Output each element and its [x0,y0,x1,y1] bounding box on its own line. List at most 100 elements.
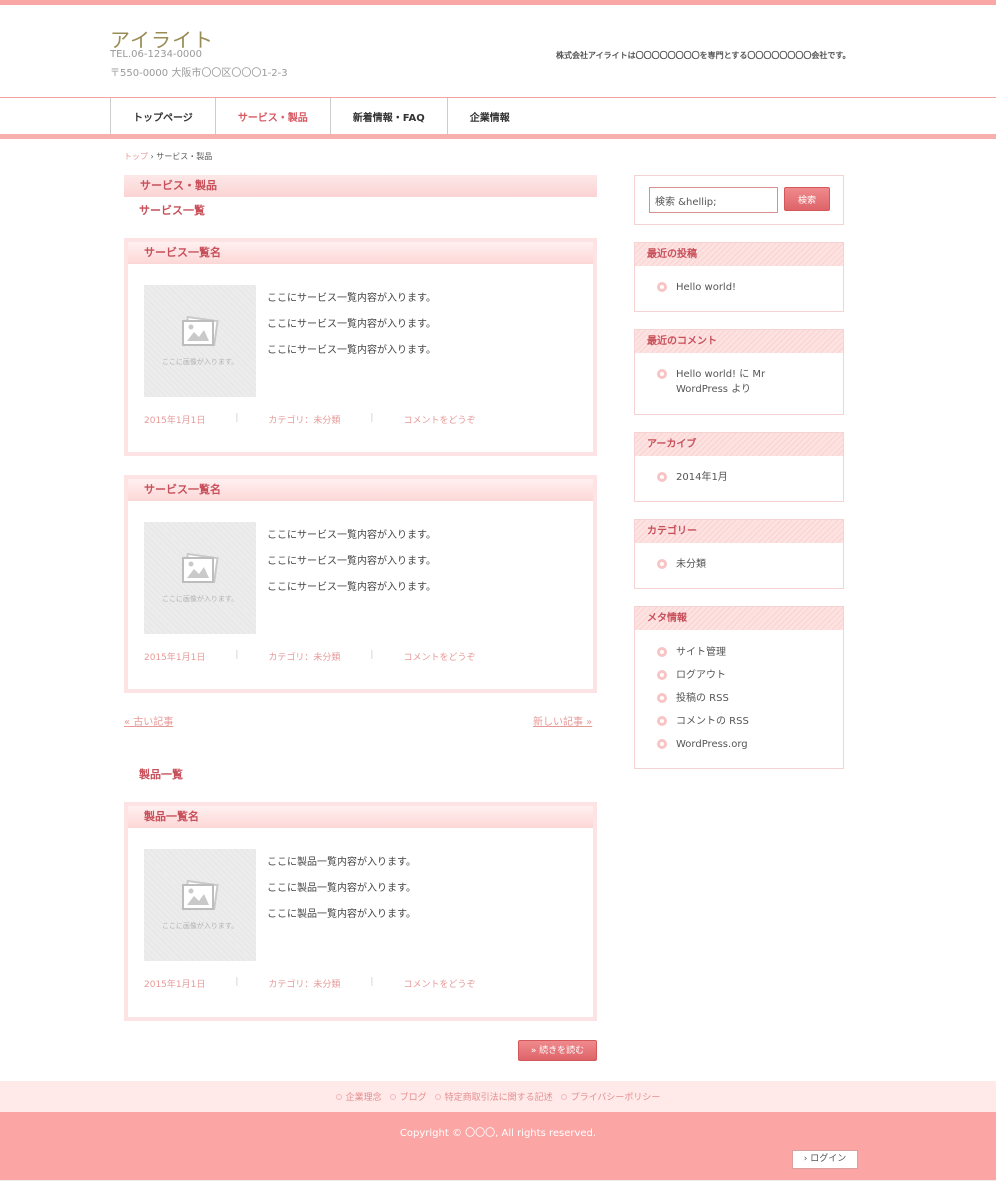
link-label: 2014年1月 [676,472,728,483]
top-accent-bar [0,0,996,5]
card-title[interactable]: 製品一覧名 [128,806,593,828]
card-line: ここにサービス一覧内容が入ります。 [267,582,436,593]
circle-icon [560,1093,567,1100]
nav-item-label: 企業情報 [469,112,510,124]
post-category-link[interactable]: カテゴリ：未分類 [268,413,340,426]
link-label: Hello world! [676,282,737,293]
comment-link[interactable]: コメントをどうぞ [403,650,475,663]
image-placeholder: ここに画像が入ります。 [144,522,256,634]
card-line: ここにサービス一覧内容が入ります。 [267,530,436,541]
nav-bottom-border [0,134,996,139]
post-category-link[interactable]: カテゴリ：未分類 [268,977,340,990]
nav-item-top[interactable]: トップページ [110,98,215,134]
meta-link-comments-rss[interactable]: コメントの RSS [657,714,843,729]
bullet-icon [657,693,667,703]
recent-post-link[interactable]: Hello world! [657,280,843,295]
global-nav: トップページ サービス・製品 新着情報・FAQ 企業情報 [110,98,532,134]
search-widget: 検索 [634,175,844,225]
nav-item-services[interactable]: サービス・製品 [214,98,330,134]
meta-divider: | [370,977,374,987]
copyright: Copyright © 〇〇〇, All rights reserved. [399,1128,597,1139]
meta-widget: メタ情報 サイト管理 ログアウト 投稿の RSS コメントの RSS WordP… [634,606,844,769]
breadcrumb-current: サービス・製品 [156,152,213,161]
footer-link-blog[interactable]: ブログ [389,1090,427,1103]
service-list-heading: サービス一覧 [139,204,205,217]
archives-widget: アーカイブ 2014年1月 [634,432,844,502]
product-list-heading: 製品一覧 [139,768,183,781]
widget-title: カテゴリー [635,520,843,543]
bullet-icon [657,282,667,292]
meta-link-admin[interactable]: サイト管理 [657,645,843,660]
widget-title: 最近の投稿 [635,243,843,266]
service-card: サービス一覧名 ここに画像が入ります。 ここにサービス一覧内容が入ります。 ここ… [124,475,597,693]
circle-icon [434,1093,441,1100]
card-body: ここにサービス一覧内容が入ります。 ここにサービス一覧内容が入ります。 ここにサ… [267,286,436,364]
recent-posts-widget: 最近の投稿 Hello world! [634,242,844,312]
footer-link-label: ブログ [399,1093,427,1103]
page-bottom [0,1180,996,1200]
comment-link[interactable]: コメントをどうぞ [403,413,475,426]
footer-link-commerce-law[interactable]: 特定商取引法に関する記述 [434,1090,553,1103]
card-meta: 2015年1月1日 | カテゴリ：未分類 | コメントをどうぞ [144,650,475,663]
card-title[interactable]: サービス一覧名 [128,479,593,501]
widget-title: 最近のコメント [635,330,843,353]
card-line: ここに製品一覧内容が入ります。 [267,883,416,894]
category-link[interactable]: 未分類 [657,557,843,572]
card-line: ここにサービス一覧内容が入ります。 [267,319,436,330]
service-card: サービス一覧名 ここに画像が入ります。 ここにサービス一覧内容が入ります。 ここ… [124,238,597,456]
image-icon [182,315,219,347]
post-date: 2015年1月1日 [144,416,206,426]
link-label: 未分類 [676,559,706,570]
header-address: 〒550-0000 大阪市〇〇区〇〇〇1-2-3 [110,68,288,79]
recent-comment-link[interactable]: Hello world! に Mr WordPress より [657,367,803,397]
footer-link-philosophy[interactable]: 企業理念 [335,1090,382,1103]
login-button[interactable]: › ログイン [792,1150,858,1169]
nav-item-company[interactable]: 企業情報 [446,98,532,134]
nav-item-label: トップページ [133,112,193,124]
breadcrumb-home-link[interactable]: トップ [124,152,148,161]
nav-item-label: 新着情報・FAQ [352,112,425,124]
nav-item-news-faq[interactable]: 新着情報・FAQ [329,98,447,134]
footer-link-label: プライバシーポリシー [570,1093,661,1103]
meta-divider: | [235,977,239,987]
breadcrumb: トップ › サービス・製品 [124,151,212,162]
categories-widget: カテゴリー 未分類 [634,519,844,589]
footer-link-privacy[interactable]: プライバシーポリシー [560,1090,661,1103]
header-tagline: 株式会社アイライトは〇〇〇〇〇〇〇〇を専門とする〇〇〇〇〇〇〇〇会社です。 [556,51,851,60]
read-more-button[interactable]: » 続きを読む [518,1040,597,1061]
search-button[interactable]: 検索 [784,187,830,211]
search-input[interactable] [649,187,778,213]
footer-nav: 企業理念 ブログ 特定商取引法に関する記述 プライバシーポリシー [0,1081,996,1112]
meta-link-wordpress[interactable]: WordPress.org [657,737,843,752]
bullet-icon [657,647,667,657]
meta-divider: | [370,413,374,423]
link-label: Hello world! に Mr WordPress より [676,369,766,395]
image-placeholder: ここに画像が入ります。 [144,285,256,397]
card-line: ここにサービス一覧内容が入ります。 [267,556,436,567]
archive-link[interactable]: 2014年1月 [657,470,843,485]
link-label: WordPress.org [676,739,748,750]
link-label: ログアウト [676,670,726,681]
bullet-icon [657,739,667,749]
meta-link-logout[interactable]: ログアウト [657,668,843,683]
post-date: 2015年1月1日 [144,653,206,663]
image-caption: ここに画像が入ります。 [161,922,239,930]
widget-title: メタ情報 [635,607,843,630]
meta-link-posts-rss[interactable]: 投稿の RSS [657,691,843,706]
link-label: 投稿の RSS [676,693,729,704]
card-title[interactable]: サービス一覧名 [128,242,593,264]
newer-posts-link[interactable]: 新しい記事 » [533,713,592,728]
widget-title: アーカイブ [635,433,843,456]
card-meta: 2015年1月1日 | カテゴリ：未分類 | コメントをどうぞ [144,413,475,426]
image-icon [182,552,219,584]
section-title: サービス・製品 [124,175,597,197]
card-body: ここに製品一覧内容が入ります。 ここに製品一覧内容が入ります。 ここに製品一覧内… [267,850,416,928]
post-category-link[interactable]: カテゴリ：未分類 [268,650,340,663]
comment-link[interactable]: コメントをどうぞ [403,977,475,990]
bullet-icon [657,472,667,482]
image-icon [182,879,219,911]
card-body: ここにサービス一覧内容が入ります。 ここにサービス一覧内容が入ります。 ここにサ… [267,523,436,601]
card-line: ここに製品一覧内容が入ります。 [267,857,416,868]
card-line: ここにサービス一覧内容が入ります。 [267,345,436,356]
older-posts-link[interactable]: « 古い記事 [124,713,173,728]
